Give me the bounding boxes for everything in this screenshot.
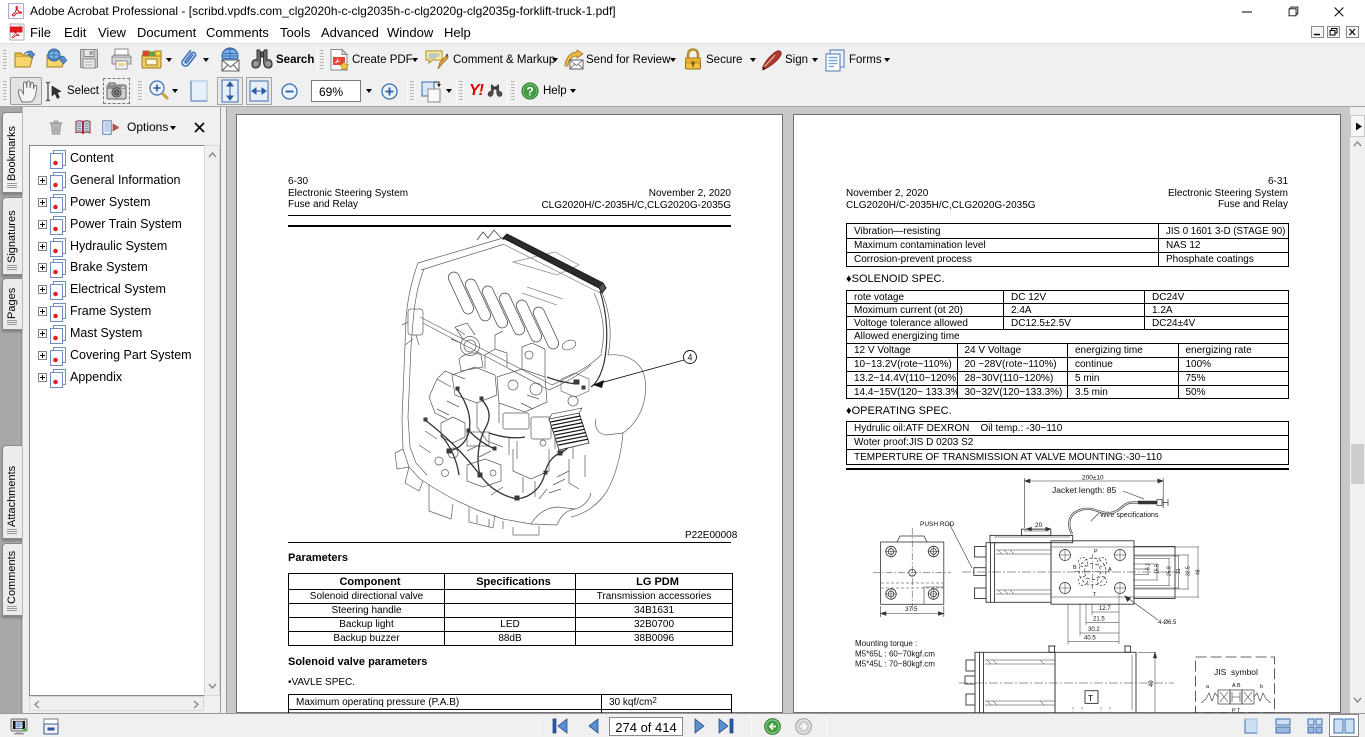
svg-text:T: T: [1088, 693, 1093, 703]
svg-text:21.5: 21.5: [1093, 617, 1105, 623]
svg-text:200±10: 200±10: [1082, 475, 1104, 482]
svg-text:31: 31: [1176, 568, 1182, 574]
svg-text:?: ?: [526, 85, 533, 99]
svg-text:40.5: 40.5: [1084, 636, 1096, 642]
svg-text:32.5: 32.5: [1186, 566, 1192, 576]
svg-text:A B: A B: [1232, 683, 1241, 689]
svg-text:P: P: [1094, 549, 1098, 555]
svg-text:37.5: 37.5: [905, 606, 918, 613]
svg-text:4: 4: [687, 353, 692, 363]
svg-text:a: a: [1206, 684, 1210, 690]
svg-text:M5*45L : 70~80kgf.cm: M5*45L : 70~80kgf.cm: [855, 660, 935, 669]
svg-text:JIS symbol: JIS symbol: [1214, 667, 1258, 677]
svg-text:30.2: 30.2: [1088, 627, 1100, 633]
svg-text:4-Ø6.5: 4-Ø6.5: [1158, 620, 1177, 626]
svg-text:Mounting torque :: Mounting torque :: [855, 639, 917, 648]
svg-text:20: 20: [1035, 522, 1043, 529]
svg-text:5.2: 5.2: [1146, 563, 1152, 570]
svg-text:49: 49: [1149, 680, 1155, 687]
svg-text:12.7: 12.7: [1099, 606, 1111, 612]
svg-text:B: B: [1073, 565, 1077, 571]
svg-text:PUSH ROD: PUSH ROD: [920, 521, 955, 528]
svg-text:48: 48: [1196, 569, 1202, 575]
svg-text:M5*65L : 60~70kgf.cm: M5*65L : 60~70kgf.cm: [855, 650, 935, 659]
svg-text:Jacket length: 85: Jacket length: 85: [1052, 485, 1117, 495]
svg-text:b: b: [1260, 684, 1263, 690]
svg-text:15.5: 15.5: [1155, 564, 1161, 574]
svg-text:25.8: 25.8: [1167, 566, 1173, 576]
